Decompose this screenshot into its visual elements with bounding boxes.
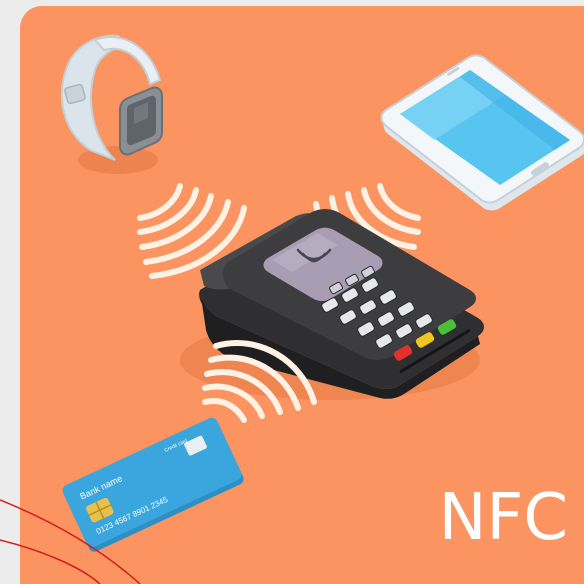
nfc-label: NFC: [438, 481, 568, 555]
nfc-illustration: Bank name 0123 4567 8901 2345 Credit car…: [0, 0, 584, 584]
